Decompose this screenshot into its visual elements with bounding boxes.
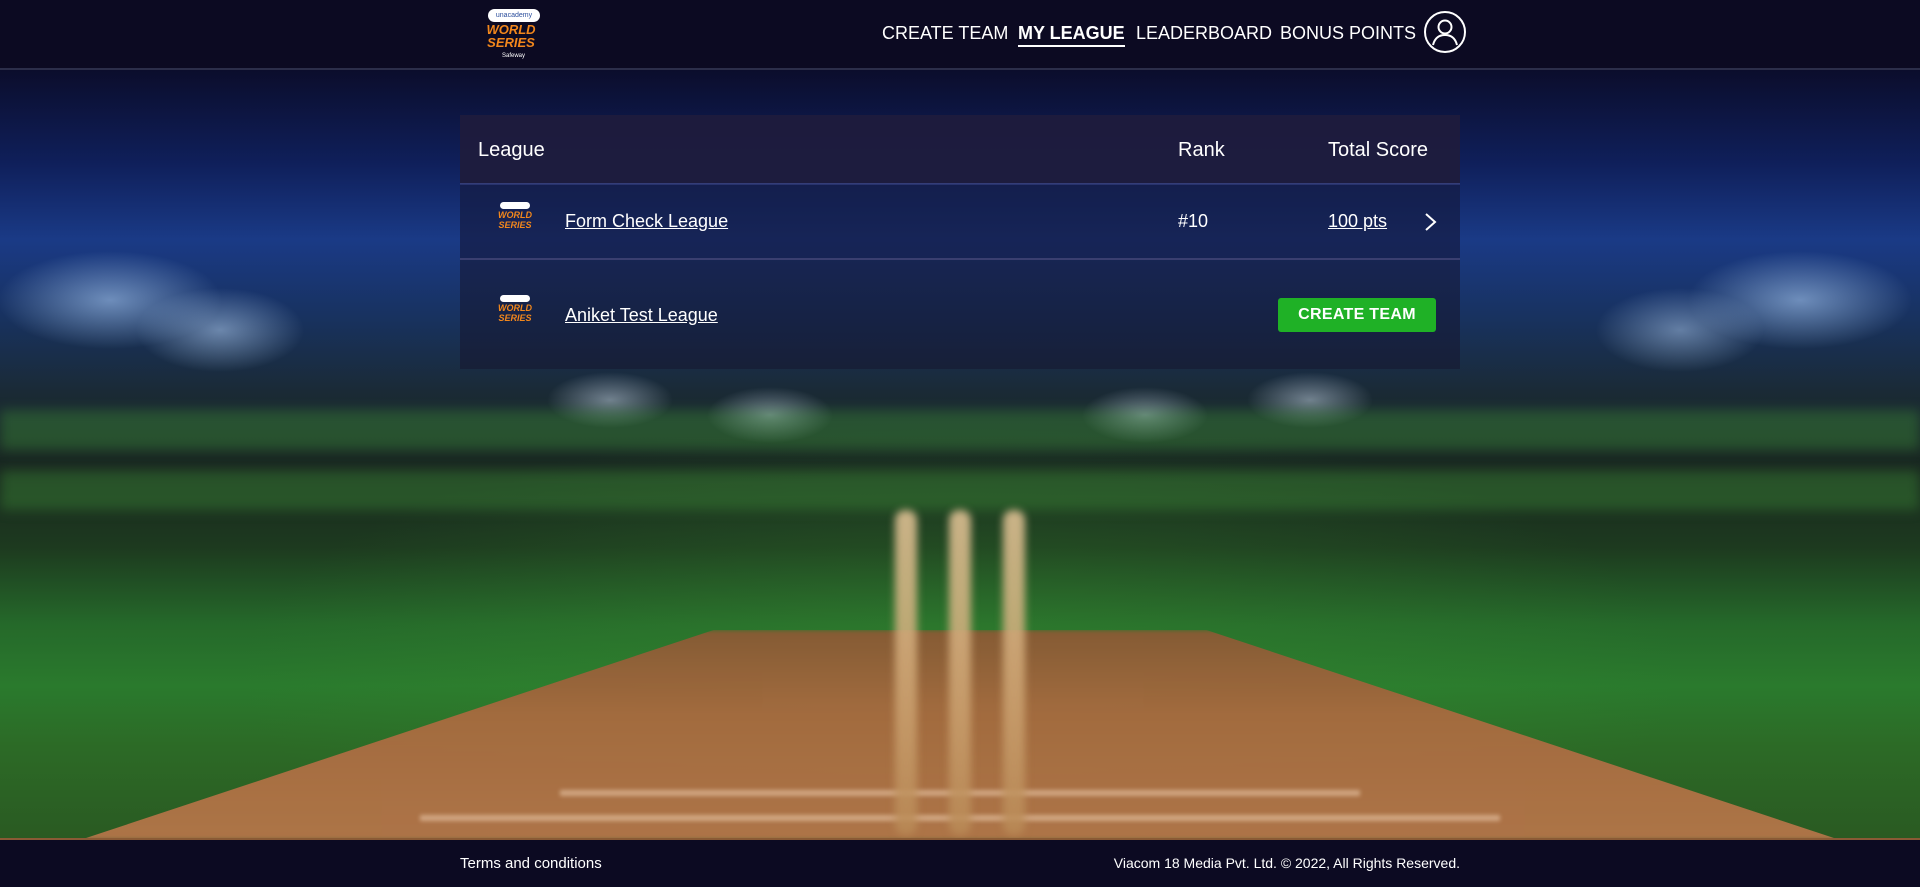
nav-leaderboard[interactable]: LEADERBOARD: [1136, 23, 1272, 44]
league-logo: WORLD SERIES: [492, 294, 538, 334]
league-score-link[interactable]: 100 pts: [1328, 211, 1387, 232]
create-team-button[interactable]: CREATE TEAM: [1278, 298, 1436, 332]
stumps: [895, 510, 1025, 840]
copyright-text: Viacom 18 Media Pvt. Ltd. © 2022, All Ri…: [1113, 855, 1460, 871]
logo-title: WORLD SERIES: [486, 22, 536, 50]
league-rank: #10: [1178, 211, 1209, 231]
nav-create-team[interactable]: CREATE TEAM: [882, 23, 1008, 44]
user-icon: [1432, 19, 1458, 46]
nav-bonus-points[interactable]: BONUS POINTS: [1280, 23, 1416, 44]
header-total-score: Total Score: [1328, 139, 1429, 161]
nav-my-league[interactable]: MY LEAGUE: [1018, 23, 1125, 47]
crowd-glow: [0, 470, 1920, 510]
logo-sub: Safeway: [502, 53, 526, 59]
terms-link[interactable]: Terms and conditions: [460, 855, 602, 872]
profile-button[interactable]: [1424, 11, 1466, 53]
league-name-link[interactable]: Form Check League: [565, 211, 728, 232]
chevron-right-icon[interactable]: [1422, 212, 1438, 232]
header-league: League: [478, 139, 545, 161]
world-series-logo[interactable]: unacademy WORLD SERIES Safeway: [478, 7, 544, 63]
page-footer: Terms and conditions Viacom 18 Media Pvt…: [0, 838, 1920, 887]
league-logo: WORLD SERIES: [492, 201, 538, 241]
header-rank: Rank: [1178, 139, 1225, 161]
table-row[interactable]: WORLD SERIES Form Check League #10 100 p…: [460, 184, 1460, 260]
table-row: WORLD SERIES Aniket Test League CREATE T…: [460, 260, 1460, 369]
league-name-link[interactable]: Aniket Test League: [565, 305, 718, 326]
my-league-table: League Rank Total Score WORLD SERIES For…: [460, 115, 1460, 369]
logo-badge: unacademy: [488, 9, 540, 22]
table-header: League Rank Total Score: [460, 115, 1460, 185]
crowd-glow: [0, 410, 1920, 450]
top-header: unacademy WORLD SERIES Safeway CREATE TE…: [0, 0, 1920, 70]
